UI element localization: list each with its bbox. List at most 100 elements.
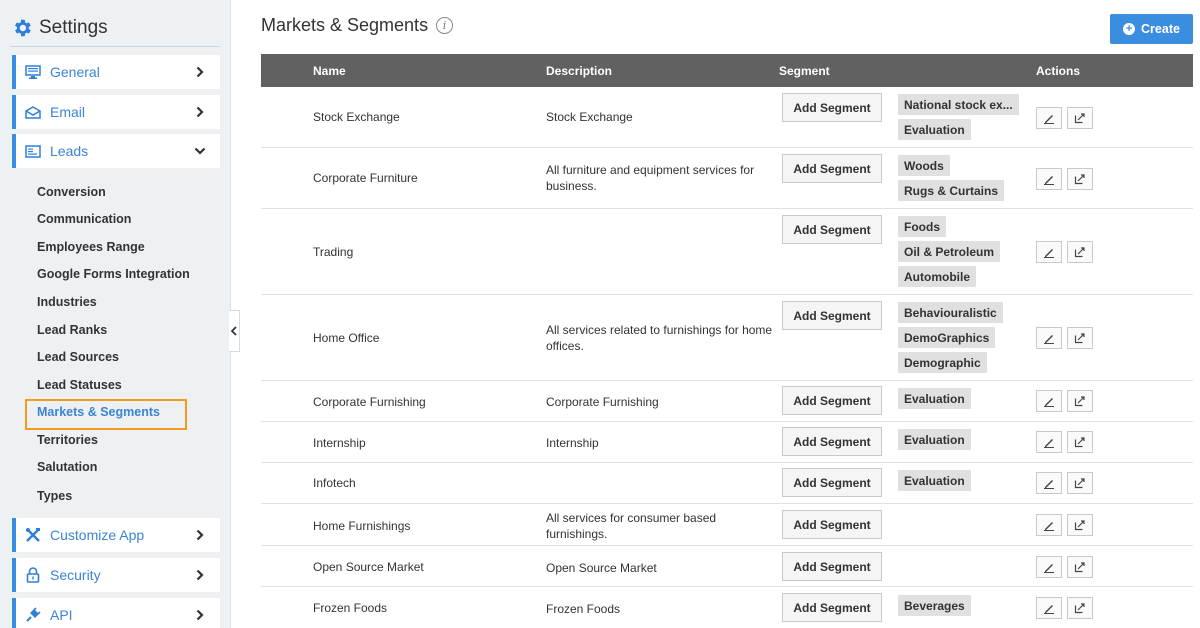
- info-icon[interactable]: i: [436, 17, 454, 34]
- row-description: All services related to furnishings for …: [546, 323, 773, 353]
- pencil-icon: [1044, 398, 1054, 407]
- segment-tag[interactable]: Evaluation: [898, 388, 971, 409]
- table-row: Home Furnishings All services for consum…: [261, 504, 1193, 546]
- add-segment-button[interactable]: Add Segment: [782, 427, 882, 456]
- segment-tag[interactable]: National stock ex...: [898, 94, 1019, 115]
- edit-button[interactable]: [1036, 241, 1062, 263]
- segment-tag[interactable]: Evaluation: [898, 119, 971, 140]
- row-description: All furniture and equipment services for…: [546, 163, 755, 193]
- add-segment-button[interactable]: Add Segment: [782, 386, 882, 415]
- sub-item-markets-segments[interactable]: Markets & Segments: [37, 405, 160, 419]
- sidebar-header: Settings: [11, 17, 108, 39]
- envelope-icon: [24, 103, 42, 121]
- edit-button[interactable]: [1036, 556, 1062, 578]
- add-segment-button[interactable]: Add Segment: [782, 154, 882, 183]
- edit-segments-button[interactable]: [1067, 107, 1093, 129]
- edit-button[interactable]: [1036, 597, 1062, 619]
- sidebar-item-label: General: [50, 64, 100, 80]
- row-description: Frozen Foods: [546, 602, 621, 616]
- sub-item-lead-sources[interactable]: Lead Sources: [37, 350, 119, 364]
- edit-segments-button[interactable]: [1067, 514, 1093, 536]
- sub-item-salutation[interactable]: Salutation: [37, 460, 97, 474]
- add-segment-button[interactable]: Add Segment: [782, 93, 882, 122]
- edit-segments-button[interactable]: [1067, 168, 1093, 190]
- table-row: Home Office All services related to furn…: [261, 295, 1193, 381]
- chevron-right-icon: [190, 62, 210, 82]
- add-segment-button[interactable]: Add Segment: [782, 215, 882, 244]
- add-segment-button[interactable]: Add Segment: [782, 552, 882, 581]
- edit-button[interactable]: [1036, 107, 1062, 129]
- sub-item-lead-statuses[interactable]: Lead Statuses: [37, 378, 122, 392]
- segment-tag[interactable]: Beverages: [898, 595, 971, 616]
- segment-tag[interactable]: Behaviouralistic: [898, 302, 1003, 323]
- chevron-right-icon: [190, 565, 210, 585]
- sidebar-collapse-toggle[interactable]: [229, 310, 240, 352]
- external-edit-icon: [1074, 396, 1085, 407]
- sidebar-title: Settings: [39, 17, 108, 38]
- edit-segments-button[interactable]: [1067, 556, 1093, 578]
- leads-card-icon: [24, 142, 42, 160]
- external-edit-icon: [1074, 478, 1085, 489]
- edit-segments-button[interactable]: [1067, 472, 1093, 494]
- edit-segments-button[interactable]: [1067, 327, 1093, 349]
- pencil-icon: [1044, 605, 1054, 614]
- pencil-icon: [1044, 115, 1054, 124]
- segment-tag[interactable]: Rugs & Curtains: [898, 180, 1005, 201]
- row-description: Stock Exchange: [546, 110, 633, 124]
- add-segment-button[interactable]: Add Segment: [782, 468, 882, 497]
- sidebar-item-security[interactable]: Security: [12, 558, 220, 592]
- sidebar-item-api[interactable]: API: [12, 598, 220, 628]
- app-root: Settings General Email Leads Conversion: [0, 0, 1200, 628]
- sidebar-item-email[interactable]: Email: [12, 95, 220, 129]
- sidebar-item-label: Leads: [50, 143, 89, 159]
- segment-tag[interactable]: Evaluation: [898, 470, 971, 491]
- segment-tag[interactable]: Evaluation: [898, 429, 971, 450]
- sub-item-communication[interactable]: Communication: [37, 212, 131, 226]
- add-segment-button[interactable]: Add Segment: [782, 510, 882, 539]
- sidebar-item-customize-app[interactable]: Customize App: [12, 518, 220, 552]
- sidebar-item-leads[interactable]: Leads: [12, 134, 220, 168]
- edit-button[interactable]: [1036, 327, 1062, 349]
- table-row: Internship Internship Add Segment Evalua…: [261, 422, 1193, 463]
- sub-item-google-forms-integration[interactable]: Google Forms Integration: [37, 267, 190, 281]
- plug-icon: [24, 606, 42, 624]
- row-description: Open Source Market: [546, 561, 657, 575]
- edit-button[interactable]: [1036, 390, 1062, 412]
- lock-icon: [24, 566, 42, 584]
- add-segment-button[interactable]: Add Segment: [782, 301, 882, 330]
- edit-segments-button[interactable]: [1067, 241, 1093, 263]
- sub-item-employees-range[interactable]: Employees Range: [37, 240, 145, 254]
- segment-tag[interactable]: Automobile: [898, 266, 976, 287]
- external-edit-icon: [1074, 603, 1085, 614]
- create-button[interactable]: + Create: [1110, 14, 1193, 44]
- pencil-icon: [1044, 564, 1054, 573]
- sub-item-territories[interactable]: Territories: [37, 433, 98, 447]
- sub-item-industries[interactable]: Industries: [37, 295, 97, 309]
- edit-button[interactable]: [1036, 168, 1062, 190]
- edit-button[interactable]: [1036, 514, 1062, 536]
- row-description: Internship: [546, 436, 599, 450]
- segment-tag[interactable]: Foods: [898, 216, 946, 237]
- sidebar-item-general[interactable]: General: [12, 55, 220, 89]
- sub-item-lead-ranks[interactable]: Lead Ranks: [37, 323, 107, 337]
- sub-item-conversion[interactable]: Conversion: [37, 185, 106, 199]
- column-header-description: Description: [546, 64, 613, 78]
- segment-tag[interactable]: Demographic: [898, 352, 987, 373]
- page-title: Markets & Segments: [261, 15, 429, 35]
- row-name: Stock Exchange: [313, 110, 400, 124]
- add-segment-button[interactable]: Add Segment: [782, 593, 882, 622]
- edit-button[interactable]: [1036, 431, 1062, 453]
- edit-button[interactable]: [1036, 472, 1062, 494]
- chevron-right-icon: [190, 525, 210, 545]
- edit-segments-button[interactable]: [1067, 390, 1093, 412]
- segment-tag[interactable]: Woods: [898, 155, 950, 176]
- sidebar-item-label: Security: [50, 567, 101, 583]
- edit-segments-button[interactable]: [1067, 431, 1093, 453]
- edit-segments-button[interactable]: [1067, 597, 1093, 619]
- sub-item-types[interactable]: Types: [37, 489, 72, 503]
- create-button-label: Create: [1141, 22, 1180, 36]
- sidebar-divider: [10, 46, 220, 47]
- segment-tag[interactable]: DemoGraphics: [898, 327, 996, 348]
- segment-tag[interactable]: Oil & Petroleum: [898, 241, 1001, 262]
- settings-sidebar: Settings General Email Leads Conversion: [0, 0, 231, 628]
